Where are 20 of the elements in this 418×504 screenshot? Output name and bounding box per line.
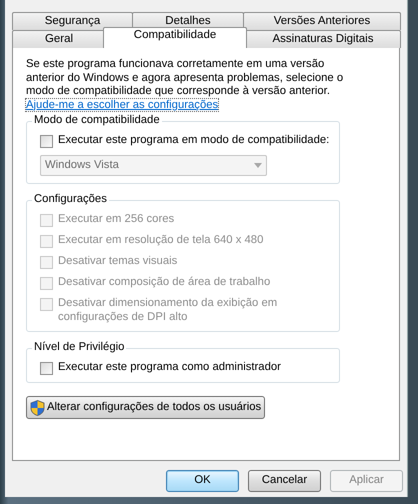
checkbox-label: Desativar composição de área de trabalho (58, 276, 270, 290)
group-title: Modo de compatibilidade (32, 114, 162, 128)
description-text: Se este programa funcionava corretamente em uma versão anterior do Windows e agora apresenta problemas, selecione o modo de compatibilidade que corresponde à versão anterior. (26, 58, 344, 99)
checkbox-label: Desativar temas visuais (58, 255, 178, 269)
dialog-button[interactable]: OK (166, 470, 239, 492)
checkbox-label: Executar em resolução de tela 640 x 480 (58, 234, 264, 248)
group-title: Nível de Privilégio (32, 341, 126, 355)
change-settings-button[interactable]: Alterar configurações de todos os usuários (26, 396, 266, 420)
checkbox-label: Executar este programa em modo de compatibilidade: (58, 134, 330, 148)
tab[interactable]: Compatibilidade (103, 27, 247, 48)
checkbox-label: Executar este programa como administrador (58, 361, 281, 375)
tab[interactable]: Segurança (12, 12, 133, 30)
checkbox-label: Desativar dimensionamento da exibição em configurações de DPI alto (58, 297, 278, 324)
tab[interactable]: Assinaturas Digitais (245, 30, 401, 48)
tab[interactable]: Geral (12, 30, 106, 48)
checkbox-label: Executar em 256 cores (58, 213, 174, 227)
dialog-button[interactable]: Cancelar (248, 470, 321, 492)
help-link[interactable]: Ajude-me a escolher as configurações (26, 98, 218, 111)
tab[interactable]: Versões Anteriores (243, 12, 401, 30)
group-title: Configurações (32, 193, 109, 207)
